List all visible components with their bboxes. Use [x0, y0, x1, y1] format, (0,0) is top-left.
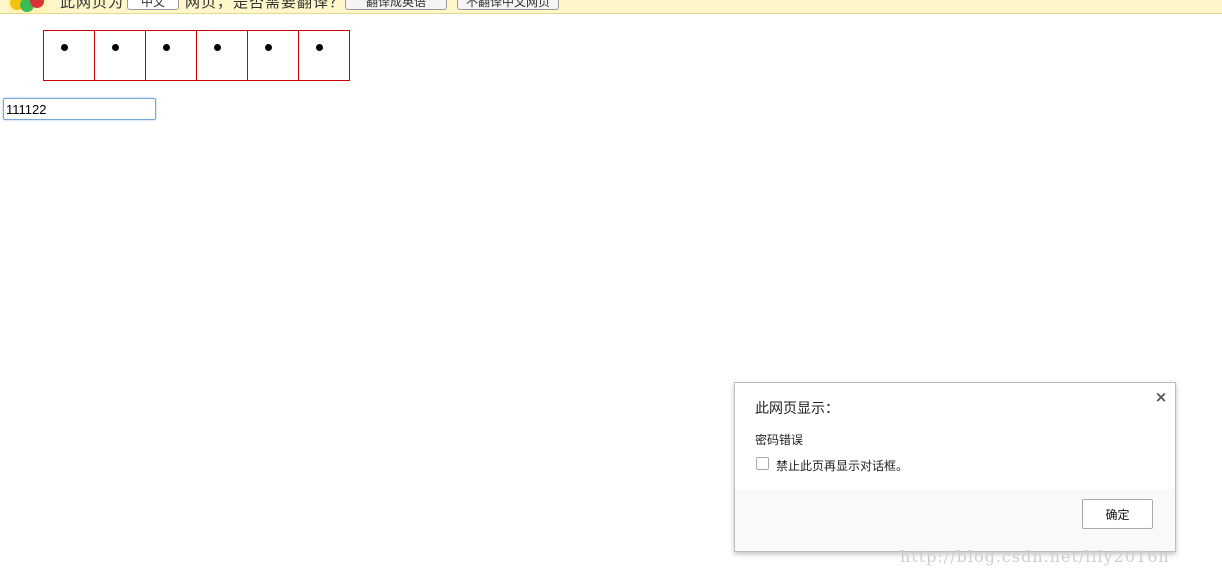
password-input[interactable]	[3, 98, 156, 120]
password-dot	[214, 44, 222, 52]
infobar-prompt-prefix: 此网页为	[60, 0, 125, 11]
suppress-dialogs-checkbox[interactable]	[756, 457, 769, 470]
password-cell[interactable]	[95, 31, 146, 80]
translate-infobar: 此网页为 中文 网页，是否需要翻译？ 翻译成英语 不翻译中文网页	[0, 0, 1222, 14]
translate-logo-icon	[8, 0, 48, 13]
password-cell[interactable]	[299, 31, 349, 80]
translate-button[interactable]: 翻译成英语	[345, 0, 447, 10]
infobar-prompt-suffix: 网页，是否需要翻译？	[185, 0, 346, 11]
ok-button[interactable]: 确定	[1082, 499, 1153, 529]
dialog-message: 密码错误	[755, 433, 804, 447]
dialog-body: 密码错误 禁止此页再显示对话框。	[735, 416, 1175, 489]
password-cell[interactable]	[146, 31, 197, 80]
dialog-title: 此网页显示：	[755, 401, 839, 417]
password-dot	[112, 44, 120, 52]
never-translate-button[interactable]: 不翻译中文网页	[457, 0, 559, 10]
language-select[interactable]: 中文	[127, 0, 179, 10]
password-cell[interactable]	[44, 31, 95, 80]
password-dot	[61, 44, 69, 52]
password-dot	[316, 44, 324, 52]
close-icon[interactable]: ×	[1154, 389, 1168, 405]
password-dot	[163, 44, 171, 52]
suppress-dialogs-label[interactable]: 禁止此页再显示对话框。	[776, 457, 908, 474]
alert-dialog: 此网页显示： × 密码错误 禁止此页再显示对话框。 确定	[734, 382, 1176, 552]
watermark: http://blog.csdn.net/lily2016n	[900, 547, 1170, 566]
dialog-footer: 确定	[735, 489, 1175, 551]
password-dot	[265, 44, 273, 52]
password-cell[interactable]	[197, 31, 248, 80]
password-cell[interactable]	[248, 31, 299, 80]
password-grid[interactable]	[43, 30, 350, 81]
